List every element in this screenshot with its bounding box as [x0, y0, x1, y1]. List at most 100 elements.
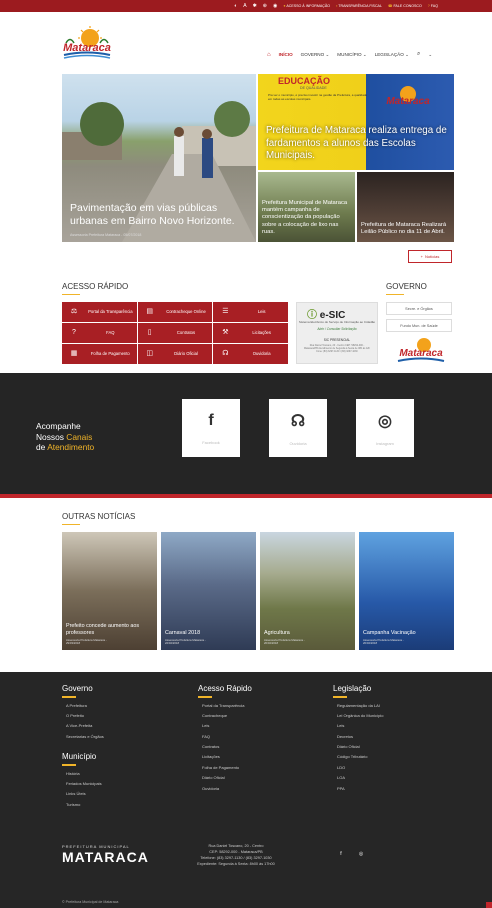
featured-news-small-2[interactable]: Prefeitura de Mataraca Realizará Leilão …	[357, 172, 454, 242]
ouvidoria-box[interactable]: ☊ Ouvidoria	[269, 399, 327, 457]
accessibility-icon[interactable]: ✱	[253, 3, 257, 9]
quick-diario-oficial[interactable]: ◫ Diário Oficial	[137, 344, 213, 364]
headset-icon: ☊	[222, 349, 229, 357]
mataraca-logo[interactable]: Mataraca	[394, 336, 448, 364]
footer-link[interactable]: FAQ	[198, 734, 252, 744]
footer-link[interactable]: Portal da Transparência	[198, 703, 252, 713]
headphones-icon: ☊	[290, 412, 306, 430]
governo-fundo-saude-link[interactable]: Fundo Mun. de Saúde	[386, 319, 452, 332]
featured-news-main-caption: Pavimentação em vias públicas urbanas em…	[70, 201, 235, 227]
topbar-link-faq[interactable]: ? FAQ	[428, 4, 438, 8]
governo-secretarias-link[interactable]: Secre. e Órgãos	[386, 302, 452, 315]
sic-presencial-text: Rua Darcel Toscano, 20 - Centro CEP: 582…	[304, 344, 370, 354]
nav-legislacao[interactable]: LEGISLAÇÃO ⌄	[375, 52, 409, 58]
news-card[interactable]: Campanha Vacinação Assessoria Prefeitura…	[359, 532, 454, 650]
quick-ouvidoria[interactable]: ☊ Ouvidoria	[213, 344, 288, 364]
mataraca-logo[interactable]: Mataraca	[60, 26, 114, 60]
footer-link[interactable]: Leis	[333, 723, 383, 733]
footer-link[interactable]: PPA	[333, 786, 383, 796]
footer-link[interactable]: Diário Oficial	[333, 744, 383, 754]
news-card[interactable]: Agricultura Assessoria Prefeitura Matara…	[260, 532, 355, 650]
chevron-down-icon: ⌄	[325, 51, 330, 57]
nav-governo[interactable]: GOVERNO ⌄	[301, 52, 330, 58]
footer-link[interactable]: Folha de Pagamento	[198, 765, 252, 775]
footer-instagram-icon[interactable]: ◎	[354, 848, 368, 860]
svg-text:Mataraca: Mataraca	[386, 96, 430, 107]
plus-icon: +	[420, 254, 423, 259]
featured-news-main-meta: Assessoria Prefeitura Mataraca - 05/07/2…	[70, 233, 142, 237]
quick-leis[interactable]: ☰ Leis	[213, 302, 288, 322]
news-card[interactable]: Prefeito concede aumento aos professores…	[62, 532, 157, 650]
footer-link[interactable]: História	[62, 771, 102, 781]
footer-link[interactable]: Ouvidoria	[198, 786, 252, 796]
footer-link[interactable]: Licitações	[198, 754, 252, 764]
chevron-down-icon: ⌄	[362, 51, 367, 57]
back-to-top-button[interactable]	[486, 902, 492, 908]
nav-municipio[interactable]: MUNICÍPIO ⌄	[337, 52, 366, 58]
social-heading: Acompanhe Nossos Canais de Atendimento	[36, 421, 95, 452]
scale-icon: ⚖	[70, 307, 78, 315]
quick-portal-transparencia[interactable]: ⚖ Portal da Transparência	[62, 302, 137, 322]
featured-news-top-right[interactable]: EDUCAÇÃO DE QUALIDADE Pra ver o municípi…	[258, 74, 454, 170]
rss-icon[interactable]: ◉	[273, 3, 277, 9]
noticias-button[interactable]: + Notícias	[408, 250, 452, 263]
quick-contracheque[interactable]: ▤ Contracheque Online	[137, 302, 213, 322]
footer-link[interactable]: Diário Oficial	[198, 775, 252, 785]
title-underline	[62, 523, 80, 525]
quick-contratos[interactable]: ▯ Contratos	[137, 323, 213, 343]
footer-facebook-icon[interactable]: f	[334, 848, 348, 860]
payroll-icon: ▦	[70, 349, 78, 357]
site-header: Mataraca ⌂ INÍCIO GOVERNO ⌄ MUNICÍPIO ⌄ …	[0, 12, 492, 64]
esic-open-request-link[interactable]: Abrir / Consultar Solicitação	[297, 327, 377, 331]
footer-link[interactable]: Decretos	[333, 734, 383, 744]
topbar-link-transparencia[interactable]: ▪ TRANSPARÊNCIA FISCAL	[336, 4, 382, 8]
footer-link[interactable]: Lei Orgânica do Município	[333, 713, 383, 723]
copyright: © Prefeitura Municipal de Mataraca	[62, 900, 119, 904]
facebook-icon: f	[208, 411, 214, 429]
nav-inicio[interactable]: INÍCIO	[279, 52, 293, 57]
footer-link[interactable]: A Prefeitura	[62, 703, 104, 713]
search-icon[interactable]: ⌕	[417, 51, 420, 58]
home-icon: ⌂	[267, 51, 271, 58]
book-icon: ◫	[146, 349, 153, 357]
social-channels: Acompanhe Nossos Canais de Atendimento f…	[0, 373, 492, 498]
footer-link[interactable]: Regulamentação da LAI	[333, 703, 383, 713]
question-icon: ?	[72, 328, 76, 336]
footer-link[interactable]: Links Úteis	[62, 791, 102, 801]
instagram-box[interactable]: ◎ Instagram	[356, 399, 414, 457]
featured-news-small-1[interactable]: Prefeitura Municipal de Mataraca mantém …	[258, 172, 355, 242]
footer-link[interactable]: O Prefeito	[62, 713, 104, 723]
governo-links: Secre. e Órgãos Fundo Mun. de Saúde Mata…	[386, 302, 452, 369]
featured-news: Pavimentação em vias públicas urbanas em…	[62, 74, 454, 242]
quick-folha-pagamento[interactable]: ▦ Folha de Pagamento	[62, 344, 137, 364]
footer-acesso-rapido: Acesso Rápido Portal da Transparência Co…	[198, 684, 252, 796]
title-underline	[386, 293, 404, 295]
footer-logo[interactable]: PREFEITURA MUNICIPAL MATARACA	[62, 844, 149, 865]
sitemap-icon[interactable]: ⊕	[263, 3, 267, 9]
more-chevron-icon[interactable]: ⌄	[428, 52, 432, 58]
footer-link[interactable]: Feriados Municipais	[62, 781, 102, 791]
quick-faq[interactable]: ? FAQ	[62, 323, 137, 343]
other-news-grid: Prefeito concede aumento aos professores…	[62, 532, 454, 650]
topbar-link-acesso-informacao[interactable]: ● ACESSO À INFORMAÇÃO	[283, 4, 330, 8]
footer-link[interactable]: Contratos	[198, 744, 252, 754]
footer-link[interactable]: LOA	[333, 775, 383, 785]
footer-governo: Governo A Prefeitura O Prefeito A Vice-P…	[62, 684, 104, 744]
footer-link[interactable]: A Vice-Prefeita	[62, 723, 104, 733]
footer-link[interactable]: Leis	[198, 723, 252, 733]
footer-link[interactable]: Contracheque	[198, 713, 252, 723]
quick-licitacoes[interactable]: ⚒ Licitações	[213, 323, 288, 343]
quick-access-grid: ⚖ Portal da Transparência ▤ Contracheque O…	[62, 302, 288, 364]
news-card[interactable]: Carnaval 2018 Assessoria Prefeitura Mata…	[161, 532, 256, 650]
footer-link[interactable]: Secretarias e Órgãos	[62, 734, 104, 744]
contrast-icon[interactable]: ◐	[234, 3, 237, 9]
governo-title: GOVERNO	[386, 282, 427, 295]
footer-address: Rua Daniel Toscano, 20 - Centro CEP: 582…	[197, 844, 275, 866]
facebook-box[interactable]: f Facebook	[182, 399, 240, 457]
font-size-icon[interactable]: A	[243, 3, 246, 9]
featured-news-main[interactable]: Pavimentação em vias públicas urbanas em…	[62, 74, 256, 242]
footer-link[interactable]: LDO	[333, 765, 383, 775]
footer-link[interactable]: Código Tributário	[333, 754, 383, 764]
footer-link[interactable]: Turismo	[62, 802, 102, 812]
topbar-link-fale-conosco[interactable]: ☎ FALE CONOSCO	[388, 4, 422, 8]
